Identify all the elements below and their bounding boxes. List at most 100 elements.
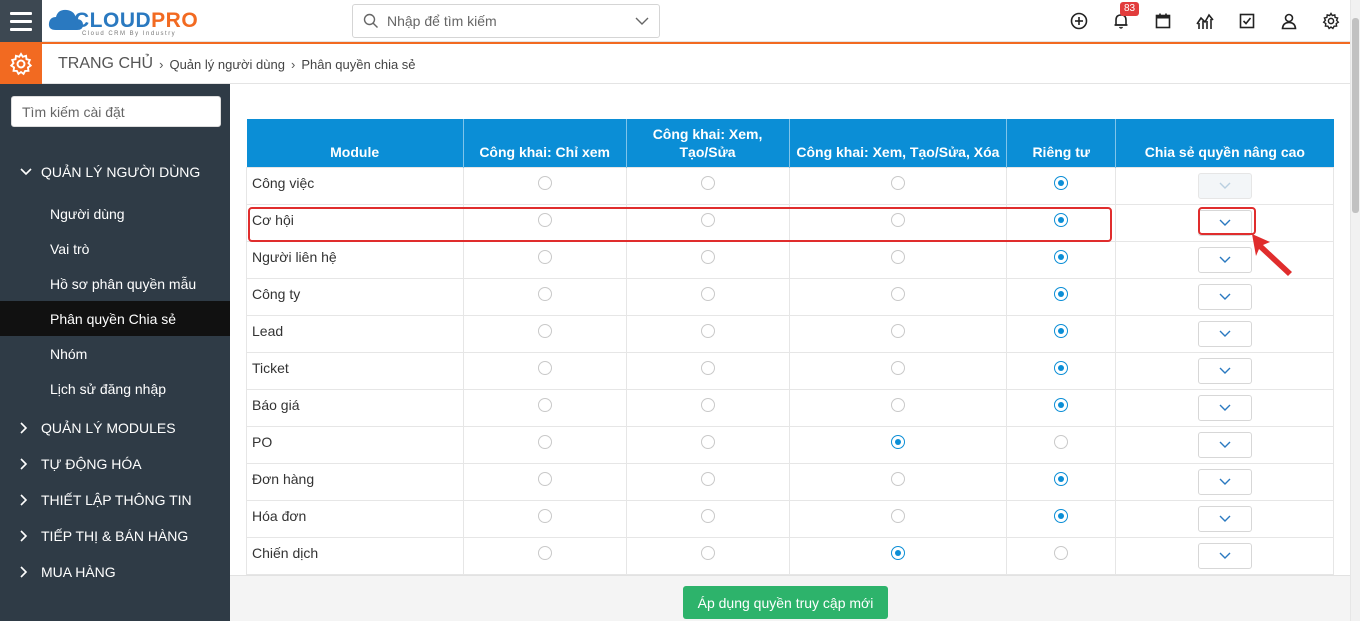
settings-button[interactable] (1320, 10, 1342, 32)
settings-search-input[interactable] (11, 96, 221, 127)
radio-cell (1006, 425, 1117, 464)
permission-radio[interactable] (537, 360, 552, 375)
permission-radio[interactable] (890, 360, 905, 375)
radio-cell (1006, 240, 1117, 279)
permission-radio[interactable] (700, 471, 715, 486)
table-header: Module Công khai: Chỉ xem Công khai: Xem… (246, 119, 1334, 167)
advanced-sharing-cell (1115, 462, 1334, 501)
permission-radio[interactable] (890, 471, 905, 486)
advanced-sharing-toggle-button[interactable] (1197, 283, 1252, 310)
permission-radio[interactable] (700, 212, 715, 227)
permission-radio[interactable] (700, 397, 715, 412)
sidebar-group-information[interactable]: THIẾT LẬP THÔNG TIN (0, 482, 230, 518)
permission-radio[interactable] (890, 323, 905, 338)
scrollbar-thumb[interactable] (1352, 18, 1359, 213)
permission-radio[interactable] (700, 434, 715, 449)
advanced-sharing-cell (1115, 425, 1334, 464)
permission-radio[interactable] (890, 175, 905, 190)
advanced-sharing-cell (1115, 388, 1334, 427)
column-header-module: Module (246, 119, 464, 167)
settings-menu-button[interactable] (0, 44, 42, 84)
permission-radio[interactable] (700, 249, 715, 264)
permission-radio[interactable] (1054, 212, 1069, 227)
sidebar-group-modules[interactable]: QUẢN LÝ MODULES (0, 410, 230, 446)
radio-cell (788, 166, 1008, 205)
permission-radio[interactable] (890, 286, 905, 301)
permission-radio[interactable] (700, 508, 715, 523)
permission-radio[interactable] (537, 286, 552, 301)
apply-access-button[interactable]: Áp dụng quyền truy cập mới (683, 586, 888, 619)
permission-radio[interactable] (1054, 434, 1069, 449)
permission-radio[interactable] (890, 397, 905, 412)
radio-cell (625, 277, 790, 316)
gear-icon (9, 52, 33, 76)
advanced-sharing-toggle-button[interactable] (1197, 246, 1252, 273)
table-row: Công việc (246, 166, 1334, 205)
permission-radio[interactable] (1054, 508, 1069, 523)
permission-radio[interactable] (700, 286, 715, 301)
permission-radio[interactable] (537, 508, 552, 523)
permission-radio[interactable] (537, 212, 552, 227)
permission-radio[interactable] (537, 471, 552, 486)
permission-radio[interactable] (537, 545, 552, 560)
advanced-sharing-toggle-button[interactable] (1197, 542, 1252, 569)
column-header-public-read-write-delete: Công khai: Xem, Tạo/Sửa, Xóa (789, 119, 1008, 167)
page-scrollbar[interactable] (1350, 0, 1360, 621)
advanced-sharing-toggle-button[interactable] (1197, 209, 1252, 236)
sidebar-group-automation[interactable]: TỰ ĐỘNG HÓA (0, 446, 230, 482)
chevron-down-icon (1219, 552, 1231, 559)
search-input[interactable] (387, 6, 627, 36)
permission-radio[interactable] (537, 175, 552, 190)
permission-radio[interactable] (1054, 323, 1069, 338)
sidebar-item-profiles[interactable]: Hồ sơ phân quyền mẫu (0, 266, 230, 301)
permission-radio[interactable] (1054, 545, 1069, 560)
menu-toggle-button[interactable] (0, 0, 42, 42)
calendar-button[interactable] (1152, 10, 1174, 32)
sidebar-group-user-management[interactable]: QUẢN LÝ NGƯỜI DÙNG (0, 154, 230, 190)
permission-radio[interactable] (1054, 249, 1069, 264)
permission-radio[interactable] (700, 175, 715, 190)
sidebar-group-purchasing[interactable]: MUA HÀNG (0, 554, 230, 590)
profile-button[interactable] (1278, 10, 1300, 32)
permission-radio[interactable] (1054, 175, 1069, 190)
permission-radio[interactable] (700, 360, 715, 375)
sidebar-item-groups[interactable]: Nhóm (0, 336, 230, 371)
permission-radio[interactable] (1054, 397, 1069, 412)
sidebar-item-sharing-access[interactable]: Phân quyền Chia sẻ (0, 301, 230, 336)
breadcrumb-home[interactable]: TRANG CHỦ (58, 55, 153, 73)
global-search[interactable] (352, 4, 660, 38)
advanced-sharing-toggle-button[interactable] (1197, 431, 1252, 458)
permission-radio[interactable] (1054, 471, 1069, 486)
sidebar-group-marketing-sales[interactable]: TIẾP THỊ & BÁN HÀNG (0, 518, 230, 554)
table-body: Công việc Cơ hội Người liên hệ Công ty Lead T… (246, 166, 1334, 575)
breadcrumb-user-management[interactable]: Quản lý người dùng (169, 57, 285, 72)
permission-radio[interactable] (890, 212, 905, 227)
notifications-button[interactable]: 83 (1110, 2, 1140, 32)
sidebar-item-login-history[interactable]: Lịch sử đăng nhập (0, 371, 230, 406)
permission-radio[interactable] (700, 323, 715, 338)
logo[interactable]: CLOUDPRO Cloud CRM By Industry (46, 4, 206, 38)
advanced-sharing-toggle-button[interactable] (1197, 468, 1252, 495)
permission-radio[interactable] (890, 249, 905, 264)
permission-radio[interactable] (700, 545, 715, 560)
table-row: Cơ hội (246, 203, 1334, 242)
reports-button[interactable] (1194, 10, 1216, 32)
permission-radio[interactable] (1054, 286, 1069, 301)
advanced-sharing-toggle-button[interactable] (1197, 505, 1252, 532)
permission-radio[interactable] (890, 545, 905, 560)
permission-radio[interactable] (537, 249, 552, 264)
advanced-sharing-toggle-button[interactable] (1197, 357, 1252, 384)
advanced-sharing-toggle-button[interactable] (1197, 394, 1252, 421)
sidebar-item-roles[interactable]: Vai trò (0, 231, 230, 266)
permission-radio[interactable] (537, 323, 552, 338)
chevron-down-icon[interactable] (635, 16, 649, 26)
tasks-button[interactable] (1236, 10, 1258, 32)
permission-radio[interactable] (537, 434, 552, 449)
permission-radio[interactable] (890, 434, 905, 449)
sidebar-item-users[interactable]: Người dùng (0, 196, 230, 231)
advanced-sharing-toggle-button[interactable] (1197, 320, 1252, 347)
permission-radio[interactable] (890, 508, 905, 523)
permission-radio[interactable] (1054, 360, 1069, 375)
permission-radio[interactable] (537, 397, 552, 412)
add-button[interactable] (1068, 10, 1090, 32)
